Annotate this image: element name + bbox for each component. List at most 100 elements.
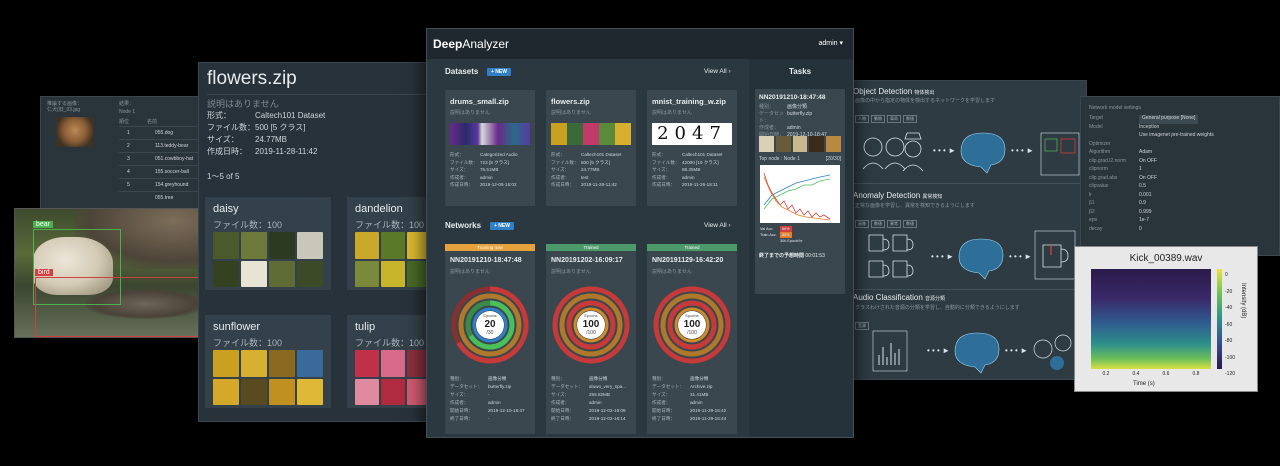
- inference-panel: 推論する画像： 結果： 仁犬(旧_03.jpg Node 1 順位 名前 1 055…: [40, 96, 215, 214]
- dataset-card[interactable]: flowers.zip 説明はありません 形式： Caltech101 Datas…: [546, 90, 636, 206]
- eta: 終了までの予想時間 00:01:53: [759, 253, 825, 259]
- class-card-sunflower[interactable]: sunflower ファイル数：100: [205, 315, 331, 408]
- network-info: 種別： 画像分類 データセット： butterfly.zip サイズ： - 作成者： a…: [450, 376, 525, 421]
- algorithm-select[interactable]: Adam: [1139, 149, 1152, 158]
- networks-heading: Networks: [445, 221, 482, 230]
- task-legend: Val Acc. 66% Train Acc. 80% 306 Epoch/hr: [760, 226, 803, 243]
- chevron-right-icon: ›: [728, 222, 731, 229]
- audio-classification-section[interactable]: Audio Classification 音源分類 クラスわけされた音源の分類を…: [843, 291, 1086, 379]
- epoch-ring-chart: Epochs 20 /30: [451, 286, 529, 364]
- svg-text:/100: /100: [586, 330, 596, 336]
- status-badge: Trained: [546, 244, 636, 251]
- svg-text:Epochs: Epochs: [483, 313, 496, 318]
- network-card[interactable]: Training now NN20191210-18:47:48 説明はありませ…: [445, 244, 535, 434]
- target-select[interactable]: General purpose [None]: [1139, 115, 1199, 124]
- class-card-dandelion[interactable]: dandelion ファイル数：100: [347, 197, 429, 290]
- audio-illustration: • • • ► • • • ►: [872, 330, 1072, 374]
- abs-toggle[interactable]: On OFF: [1139, 175, 1157, 184]
- class-card-tulip[interactable]: tulip ファイル数：100: [347, 315, 429, 408]
- chevron-right-icon: ›: [728, 68, 731, 75]
- settings-title: Network model settings: [1089, 105, 1141, 111]
- svg-text:• • • ►: • • • ►: [1011, 146, 1034, 155]
- table-row: 1 055.dog: [119, 127, 209, 140]
- task-card[interactable]: NN20191210-18:47:48 種別： 画像分類 データセット： butte…: [755, 89, 845, 294]
- tasks-column: Tasks NN20191210-18:47:48 種別： 画像分類 データセット…: [749, 59, 853, 437]
- section-title: Audio Classification: [853, 293, 923, 302]
- thumbnails: [213, 232, 323, 287]
- description: 説明はありません: [207, 99, 279, 109]
- table-row: 2 113.teddy-bear: [119, 140, 209, 153]
- col-name: 名前: [147, 119, 158, 125]
- section-desc: 画像の中から指定の物体を検出するネットワークを学習します: [855, 98, 996, 104]
- thumbnails: [213, 350, 323, 405]
- x-ticks: 0.2 0.4 0.6 0.8: [1102, 371, 1200, 377]
- mnist-thumbnail: 2047: [652, 123, 732, 145]
- col-rank: 順位: [119, 119, 130, 125]
- brain-icon: [960, 132, 1006, 174]
- dataset-card[interactable]: drums_small.zip 説明はありません 形式： Categorized …: [445, 90, 535, 206]
- result-label: 結果：: [119, 101, 135, 107]
- flowers-panel: flowers.zip 説明はありません 形式： Caltech101 Datas…: [198, 62, 430, 422]
- dataset-info: 形式： Caltech101 Dataset ファイル数： 42000 [10 クラ…: [652, 152, 723, 187]
- pretrained-checkbox[interactable]: Use imagenet pre-trained weights: [1139, 132, 1214, 141]
- thumbnails: [355, 350, 429, 405]
- chevron-down-icon: ▾: [839, 40, 843, 47]
- new-network-button[interactable]: + NEW: [490, 222, 514, 230]
- bird-box: [35, 277, 213, 337]
- settings-rows: Target General purpose [None] Model Incept…: [1089, 115, 1214, 232]
- network-card[interactable]: Trained NN20191202-16:09:17 説明はありません Epo…: [546, 244, 636, 434]
- thumbnails: [355, 232, 429, 287]
- flowers-thumbnail: [551, 123, 631, 145]
- lr-input[interactable]: 0.001: [1139, 192, 1152, 201]
- training-curve-chart: [760, 165, 840, 223]
- tasks-heading: Tasks: [789, 67, 812, 76]
- section-desc: クラスわけされた音源の分類を学習し、自動的に分類できるようにします: [855, 305, 1020, 311]
- section-desc: 正常な画像を学習し、異常を検知できるようにします: [855, 203, 975, 209]
- file-name: 仁犬(旧_03.jpg: [47, 107, 81, 113]
- dataset-info: 形式： Caltech101 Dataset ファイル数： 500 [5 クラス] …: [551, 152, 622, 187]
- table-row: 3 051.cowbboy-hat: [119, 153, 209, 166]
- x-axis-label: Time (s): [1133, 381, 1155, 387]
- datasets-view-all[interactable]: View All ›: [704, 68, 731, 75]
- task-info: 種別： 画像分類 データセット： butterfly.zip 作成者： admin 開…: [759, 104, 827, 138]
- status-badge: Training now: [445, 244, 535, 251]
- dataset-info: 形式： Categorized Audio ファイル数： 723 [8 クラス] サ…: [450, 152, 518, 187]
- svg-text:/30: /30: [487, 330, 494, 336]
- dog-thumbnail: [56, 117, 94, 147]
- spectrogram-window: Kick_00389.wav 0 -20 -40 -60 -80 -100 -120 Int…: [1074, 246, 1258, 392]
- norm-toggle[interactable]: On OFF: [1139, 158, 1157, 167]
- class-card-daisy[interactable]: daisy ファイル数：100: [205, 197, 331, 290]
- svg-text:• • • ►: • • • ►: [933, 146, 956, 155]
- anomaly-detection-section[interactable]: Anomaly Detection 異常検知 正常な画像を学習し、異常を検知でき…: [843, 189, 1086, 290]
- networks-view-all[interactable]: View All ›: [704, 222, 731, 229]
- svg-text:Epochs: Epochs: [685, 313, 698, 318]
- object-detection-section[interactable]: Object Detection 物体検出 画像の中から指定の物体を検出するネッ…: [843, 81, 1086, 184]
- dataset-card[interactable]: mnist_training_w.zip 説明はありません 2047 形式： Ca…: [647, 90, 737, 206]
- task-count: [20/30]: [825, 156, 841, 162]
- svg-text:100: 100: [684, 319, 701, 330]
- network-info: 種別： 画像分類 データセット： aluwo_very_spa... サイズ： 255…: [551, 376, 627, 421]
- network-card[interactable]: Trained NN20191129-16:42:20 説明はありません Epo…: [647, 244, 737, 434]
- node-label[interactable]: Node 1: [119, 109, 135, 116]
- epoch-ring-chart: Epochs 100 /100: [552, 286, 630, 364]
- bear-label: bear: [33, 221, 54, 228]
- network-info: 種別： 画像分類 データセット： Archive.zip サイズ： 31.41MB 作…: [652, 376, 727, 421]
- butterfly-thumbnails: [759, 136, 841, 152]
- colorbar-label: Intensity (dB): [1240, 283, 1246, 319]
- audio-thumbnail: [450, 123, 530, 145]
- logo[interactable]: DeepAnalyzer: [433, 37, 509, 51]
- status-badge: Trained: [647, 244, 737, 251]
- table-row: 4 155.soccer-ball: [119, 166, 209, 179]
- result-table: 順位 名前 1 055.dog 2 113.teddy-bear 3 051.cowbb…: [119, 119, 209, 204]
- page-title: flowers.zip: [207, 68, 297, 89]
- user-menu[interactable]: admin ▾: [818, 39, 843, 47]
- svg-text:20: 20: [484, 319, 496, 330]
- app-header: DeepAnalyzer admin ▾: [427, 29, 853, 59]
- top-node: Top node : Node 1: [759, 156, 800, 162]
- svg-text:• • • ►: • • • ►: [1009, 252, 1032, 261]
- new-dataset-button[interactable]: + NEW: [487, 68, 511, 76]
- model-select[interactable]: Inception: [1139, 124, 1159, 133]
- paging: 1〜5 of 5: [207, 172, 240, 181]
- section-title: Object Detection: [853, 87, 913, 96]
- spectrogram-plot: [1091, 269, 1211, 369]
